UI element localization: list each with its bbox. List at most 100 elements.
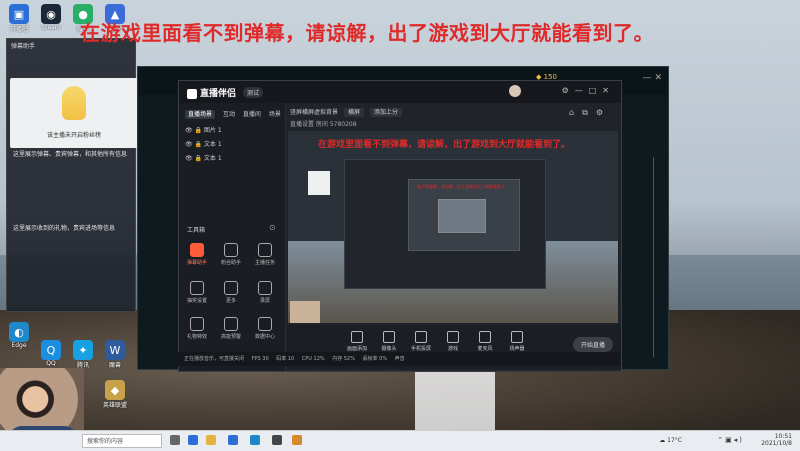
game-icon: W — [105, 340, 125, 360]
lottery-icon — [190, 281, 204, 295]
tab-live-scene[interactable]: 直播场景 — [185, 110, 216, 119]
desktop-icon[interactable]: Q QQ — [36, 340, 66, 367]
task-view-icon[interactable] — [170, 435, 180, 445]
tool-lottery[interactable]: 抽奖设置 — [181, 281, 213, 304]
app-taskbar-icon[interactable] — [272, 435, 282, 445]
room-info: 直播设置 房间 5780208 — [290, 121, 357, 128]
clock-date[interactable]: 2021/10/8 — [761, 440, 792, 447]
tab-room[interactable]: 直播间 — [243, 111, 261, 118]
orientation-toggle[interactable]: 横屏 — [343, 108, 364, 117]
desktop-icon[interactable]: W 魔兽 — [100, 340, 130, 369]
toolbox-title: 工具箱 — [187, 227, 206, 234]
logo-icon — [187, 88, 197, 99]
desktop-icon[interactable]: ◉ Steam — [36, 4, 66, 31]
tool-gift-effects[interactable]: 礼物特效 — [181, 317, 213, 340]
edge-icon: ◐ — [9, 322, 29, 342]
desktop-icon[interactable]: ✦ 腾讯 — [68, 340, 98, 369]
danmaku-icon — [190, 243, 204, 257]
game-source-button[interactable]: 游戏 — [436, 331, 470, 352]
phone-cast-button[interactable]: 手机投屏 — [404, 331, 438, 352]
gift-icon — [190, 317, 204, 331]
status-item: 声音 — [394, 356, 405, 362]
mascot-caption: 该主播未开启粉丝榜 — [46, 132, 101, 139]
tool-data-center[interactable]: 数据中心 — [249, 317, 281, 340]
folder-taskbar-icon[interactable] — [206, 435, 216, 445]
taskbar-search[interactable]: 搜索你的内容 — [82, 434, 162, 448]
app-title-bar: 直播伴侣 测试 ⚙—□✕ — [179, 81, 621, 103]
app-logo: 直播伴侣 — [187, 86, 236, 99]
app-icon: ▣ — [9, 4, 29, 24]
version-badge: 测试 — [243, 87, 264, 98]
preview-banner-text: 在游戏里面看不到弹幕，请谅解，出了游戏到大厅就能看到了。 — [318, 140, 571, 150]
monitor-icon — [351, 331, 363, 343]
tasks-icon — [258, 243, 272, 257]
mascot-image — [62, 86, 86, 120]
weather-temp: ☁ 17°C — [659, 437, 682, 444]
gamepad-icon — [447, 331, 459, 343]
desktop-icon[interactable]: ▣ 开播吧 — [4, 4, 34, 33]
tool-danmaku-assistant[interactable]: 弹幕助手 — [181, 243, 213, 266]
window-controls[interactable]: ⚙—□✕ — [562, 86, 615, 95]
tool-more[interactable]: 更多 — [215, 281, 247, 304]
desktop-icon[interactable]: ◆ 英雄联盟 — [100, 380, 130, 409]
qq-icon: Q — [41, 340, 61, 360]
status-item: 内存 52% — [332, 356, 355, 362]
status-item: 正在播放音乐，可直接关闭 — [184, 356, 245, 362]
camera-button[interactable]: 摄像头 — [372, 331, 406, 352]
preview-toolbar[interactable]: ⌂⧉⚙ — [569, 108, 611, 118]
more-icon — [224, 281, 238, 295]
speaker-icon — [511, 331, 523, 343]
preview-top-bar: 竖屏横屏虚拟背景 横屏 添加上分 — [290, 107, 402, 117]
nested-preview-3 — [438, 199, 486, 233]
camera-icon — [383, 331, 395, 343]
store-taskbar-icon[interactable] — [228, 435, 238, 445]
microphone-icon — [479, 331, 491, 343]
add-button[interactable]: 添加上分 — [369, 108, 402, 117]
phone-icon — [415, 331, 427, 343]
add-screen-button[interactable]: 画面添加 — [340, 331, 374, 352]
steam-icon: ◉ — [41, 4, 61, 24]
speaker-button[interactable]: 扬声器 — [500, 331, 534, 352]
tool-tasks[interactable]: 主播任务 — [249, 243, 281, 266]
tray-icons[interactable]: ⌃▣◂) — [717, 437, 744, 444]
chat-info-text: 这里展示弹幕、贵宾弹幕，和其他所有信息 — [13, 151, 128, 158]
scene-item[interactable]: 👁 🔒 文本 1 — [185, 153, 222, 162]
system-tray: ☁ 17°C ⌃▣◂) 10:51 2021/10/8 — [659, 433, 792, 447]
tab-scene[interactable]: 场景 — [269, 111, 281, 118]
game-window-controls[interactable]: — ✕ — [643, 73, 662, 83]
browser-taskbar-icon[interactable] — [250, 435, 260, 445]
scene-item[interactable]: 👁 🔒 文本 1 — [185, 139, 222, 148]
nested-banner-text: 看不到弹幕，请谅解，出了游戏到大厅就能看到了 — [417, 184, 505, 189]
game-icon: ◆ — [105, 380, 125, 400]
taskbar: 搜索你的内容 ☁ 17°C ⌃▣◂) 10:51 2021/10/8 — [0, 430, 800, 451]
tab-interact[interactable]: 互动 — [223, 111, 235, 118]
tool-alert[interactable]: 高能预警 — [215, 317, 247, 340]
clock-time[interactable]: 10:51 — [761, 433, 792, 440]
chart-icon — [258, 317, 272, 331]
live-preview[interactable]: 在游戏里面看不到弹幕，请谅解，出了游戏到大厅就能看到了。 看不到弹幕，请谅解，出… — [288, 131, 618, 323]
record-icon — [258, 281, 272, 295]
tool-record[interactable]: 录屏 — [249, 281, 281, 304]
start-live-button[interactable]: 开始直播 — [572, 337, 613, 352]
microphone-button[interactable]: 麦克风 — [468, 331, 502, 352]
preview-mascot — [308, 171, 330, 195]
app-icon: ✦ — [73, 340, 93, 360]
edge-taskbar-icon[interactable] — [188, 435, 198, 445]
status-item: 码率 10 — [276, 356, 295, 362]
sidebar-tabs: 直播场景 互动 直播间 场景 — [185, 109, 287, 119]
toolbox-settings-icon[interactable]: ⊙ — [269, 223, 276, 232]
preview-webcam — [290, 301, 320, 323]
status-item: FPS 30 — [251, 356, 269, 362]
tool-fans[interactable]: 粉丝助手 — [215, 243, 247, 266]
status-item: 丢帧率 0% — [362, 356, 388, 362]
live-taskbar-icon[interactable] — [292, 435, 302, 445]
desktop-icon[interactable]: ◐ Edge — [4, 322, 34, 349]
scene-sidebar: 直播场景 互动 直播间 场景 👁 🔒 图片 1 👁 🔒 文本 1 👁 🔒 文本 … — [179, 103, 286, 371]
status-item: CPU 12% — [301, 356, 325, 362]
alert-icon — [224, 317, 238, 331]
scene-item[interactable]: 👁 🔒 图片 1 — [185, 125, 222, 134]
danmaku-notice-banner: 在游戏里面看不到弹幕，请谅解，出了游戏到大厅就能看到了。 — [80, 21, 654, 45]
live-companion-window[interactable]: 直播伴侣 测试 ⚙—□✕ 直播场景 互动 直播间 场景 👁 🔒 图片 1 👁 🔒… — [178, 80, 622, 372]
user-avatar[interactable] — [509, 85, 521, 97]
mascot-card: 该主播未开启粉丝榜 — [10, 78, 138, 148]
